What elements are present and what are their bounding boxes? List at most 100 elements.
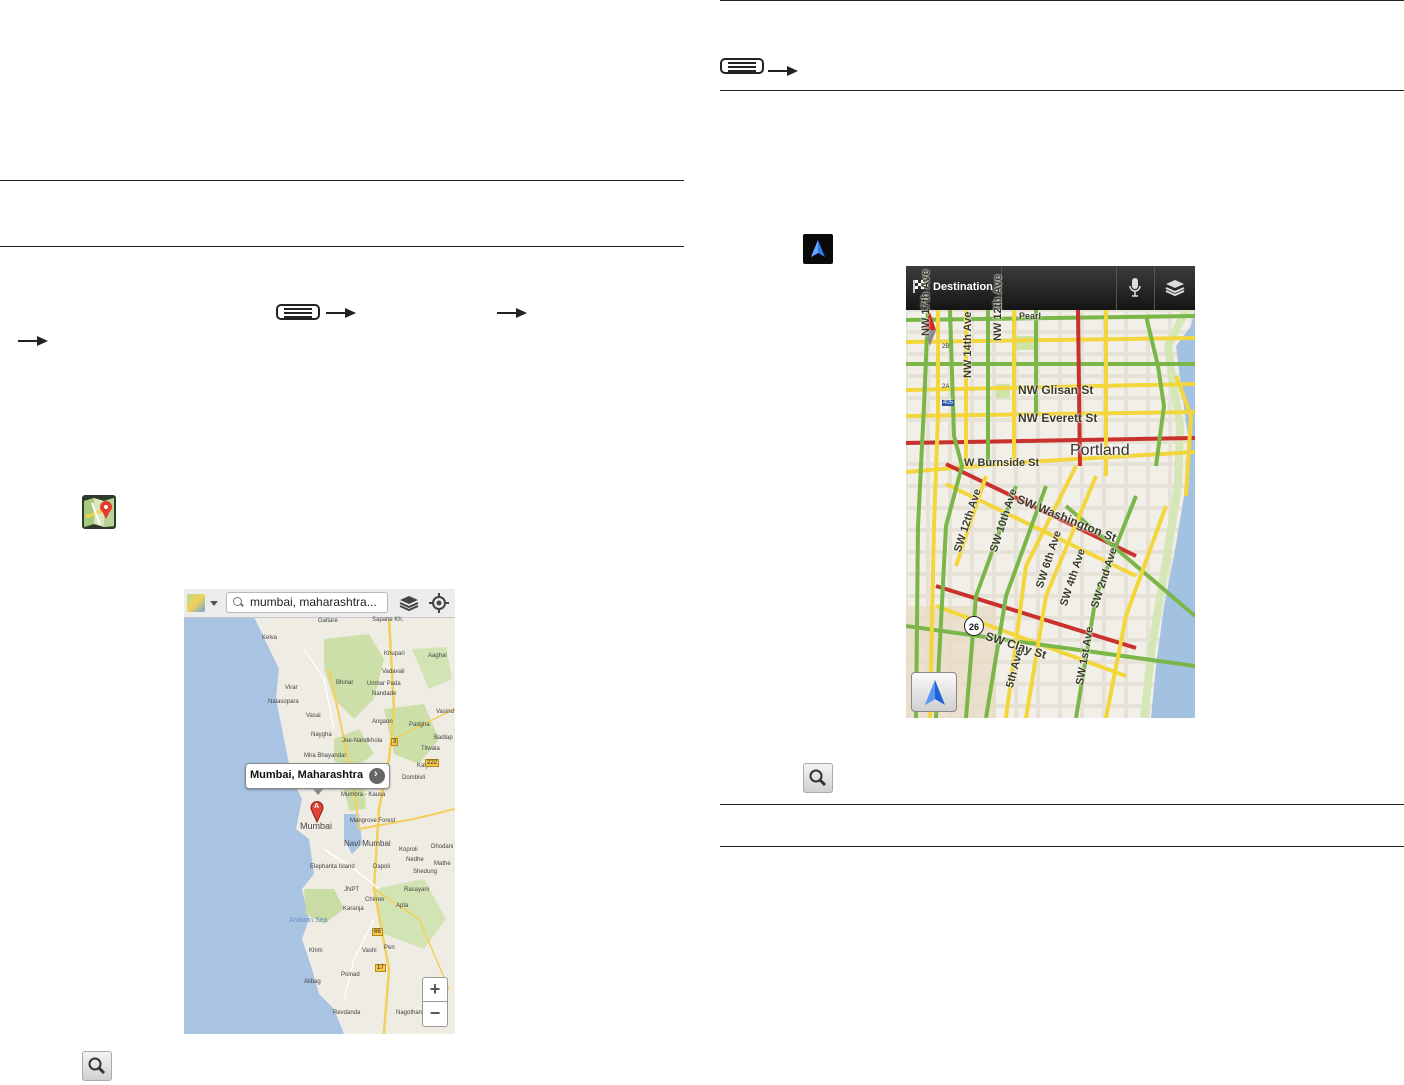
destination-label: Destination	[933, 281, 993, 293]
street-label: NW 17th Ave	[920, 269, 932, 336]
place-label: Angaon	[372, 719, 393, 725]
place-label: Naygha	[311, 732, 332, 738]
place-label: Rasayani	[404, 887, 430, 893]
street-label: NW Everett St	[1018, 411, 1098, 425]
place-label: Titwala	[421, 746, 440, 752]
street-label: Pearl	[1019, 311, 1042, 321]
place-label: Mangrove Forest	[350, 818, 396, 824]
layers-icon	[1164, 278, 1186, 303]
place-label: Umbar Pada	[367, 681, 401, 687]
place-label: Chirner	[365, 897, 385, 903]
place-label: Joe-Nandkhola	[342, 738, 383, 744]
street-label: W Burnside St	[964, 457, 1040, 469]
place-label: Pen	[384, 945, 395, 951]
route-shield: 3	[391, 738, 399, 746]
microphone-icon	[1128, 278, 1142, 303]
place-label: Mathe	[434, 861, 451, 867]
callout-pointer	[312, 788, 324, 795]
place-label: Elephanta Island	[310, 864, 355, 870]
place-label: Dhodani	[431, 844, 454, 850]
divider-right-3	[720, 804, 1404, 805]
divider-left-mid	[0, 246, 684, 247]
navigation-arrow-icon	[923, 679, 947, 712]
menu-key-icon	[720, 58, 764, 74]
arrow-right-icon	[497, 307, 527, 319]
place-label: Dombivli	[402, 775, 426, 781]
menu-key-icon	[276, 304, 320, 320]
place-label: Vasai	[306, 713, 321, 719]
place-label: Alibag	[304, 979, 321, 985]
place-label: Khim	[309, 948, 323, 954]
place-label: Apta	[396, 903, 409, 909]
place-label: Koproli	[399, 847, 418, 853]
layers-icon[interactable]	[396, 592, 422, 614]
zoom-out-label: −	[429, 1003, 441, 1023]
divider-right-2	[720, 90, 1404, 91]
portland-navigation-screenshot: Destination Pearl NW Glisan St NW Everett …	[906, 266, 1195, 718]
zoom-out-button[interactable]: −	[422, 1002, 448, 1027]
street-label: NW Glisan St	[1018, 383, 1094, 397]
map-pin-icon: A	[310, 801, 324, 824]
zoom-in-label: +	[429, 979, 441, 999]
place-label: Mira Bhayandar	[304, 753, 347, 759]
place-label: Galtare	[318, 618, 338, 624]
place-label: Nagothane	[396, 1010, 426, 1016]
place-label: Mumbra - Kausa	[341, 792, 386, 798]
place-label: Khupari	[384, 651, 405, 657]
place-label: Nedhe	[406, 857, 424, 863]
place-label: Dapoli	[373, 864, 391, 870]
mumbai-map-screenshot: mumbai, maharashtra... Galtare Sapane Kh.…	[184, 589, 455, 1034]
place-label: Poinad	[341, 972, 360, 978]
callout-label: Mumbai, Maharashtra	[250, 769, 364, 781]
callout-arrow-icon[interactable]: ›	[369, 768, 385, 784]
place-label: Revdanda	[333, 1010, 361, 1016]
location-callout[interactable]: Mumbai, Maharashtra ›	[245, 763, 390, 789]
search-key-icon	[82, 1051, 112, 1081]
street-label: NW 14th Ave	[962, 311, 974, 378]
route-shield: 17	[375, 964, 386, 972]
arrow-right-icon	[18, 335, 48, 347]
divider-right-4	[720, 846, 1404, 847]
divider-right-top	[720, 0, 1404, 1]
street-label: NW 12th Ave	[992, 274, 1004, 341]
place-label: Bhinar	[336, 680, 354, 686]
route-shield-label: 26	[968, 622, 979, 632]
route-shield: 222	[425, 759, 440, 767]
pin-letter: A	[314, 803, 320, 810]
search-icon-handle	[240, 602, 244, 607]
highway-label: 2B	[942, 344, 950, 350]
place-label: Kelva	[262, 635, 278, 641]
place-label: Nandade	[372, 691, 397, 697]
search-input[interactable]: mumbai, maharashtra...	[226, 592, 388, 613]
navigation-button[interactable]	[911, 672, 957, 712]
place-label: Padgha	[409, 722, 430, 728]
place-label: Nalasopara	[268, 699, 299, 705]
arrow-right-icon	[326, 307, 356, 319]
place-label: Arabian Sea	[289, 917, 328, 924]
zoom-in-button[interactable]: +	[422, 977, 448, 1002]
place-label: Vashi	[362, 948, 377, 954]
divider-left-top	[0, 180, 684, 181]
highway-label: 2A	[942, 384, 950, 390]
layers-button[interactable]	[1154, 266, 1195, 310]
my-location-icon[interactable]	[427, 592, 451, 614]
place-label: Shedung	[413, 869, 438, 875]
chevron-down-icon[interactable]	[210, 601, 218, 606]
place-label: Badlap	[434, 735, 453, 741]
maps-logo-icon[interactable]	[187, 594, 205, 612]
maps-app-icon	[82, 495, 116, 529]
microphone-button[interactable]	[1116, 266, 1154, 310]
place-label: Vasind	[436, 709, 454, 715]
route-shield: 66	[372, 928, 383, 936]
place-label: Karanja	[343, 906, 364, 912]
search-key-icon	[803, 763, 833, 793]
route-shield-26: 26	[964, 616, 984, 636]
place-label: Vadavali	[382, 669, 405, 675]
place-label: Navi Mumbai	[344, 839, 391, 848]
place-label: Virar	[285, 685, 298, 691]
place-label: Sapane Kh.	[372, 617, 404, 623]
highway-label: 405	[942, 400, 955, 406]
place-label: Aaghai	[428, 653, 447, 659]
city-label: Portland	[1070, 442, 1130, 459]
search-value: mumbai, maharashtra...	[250, 595, 377, 609]
